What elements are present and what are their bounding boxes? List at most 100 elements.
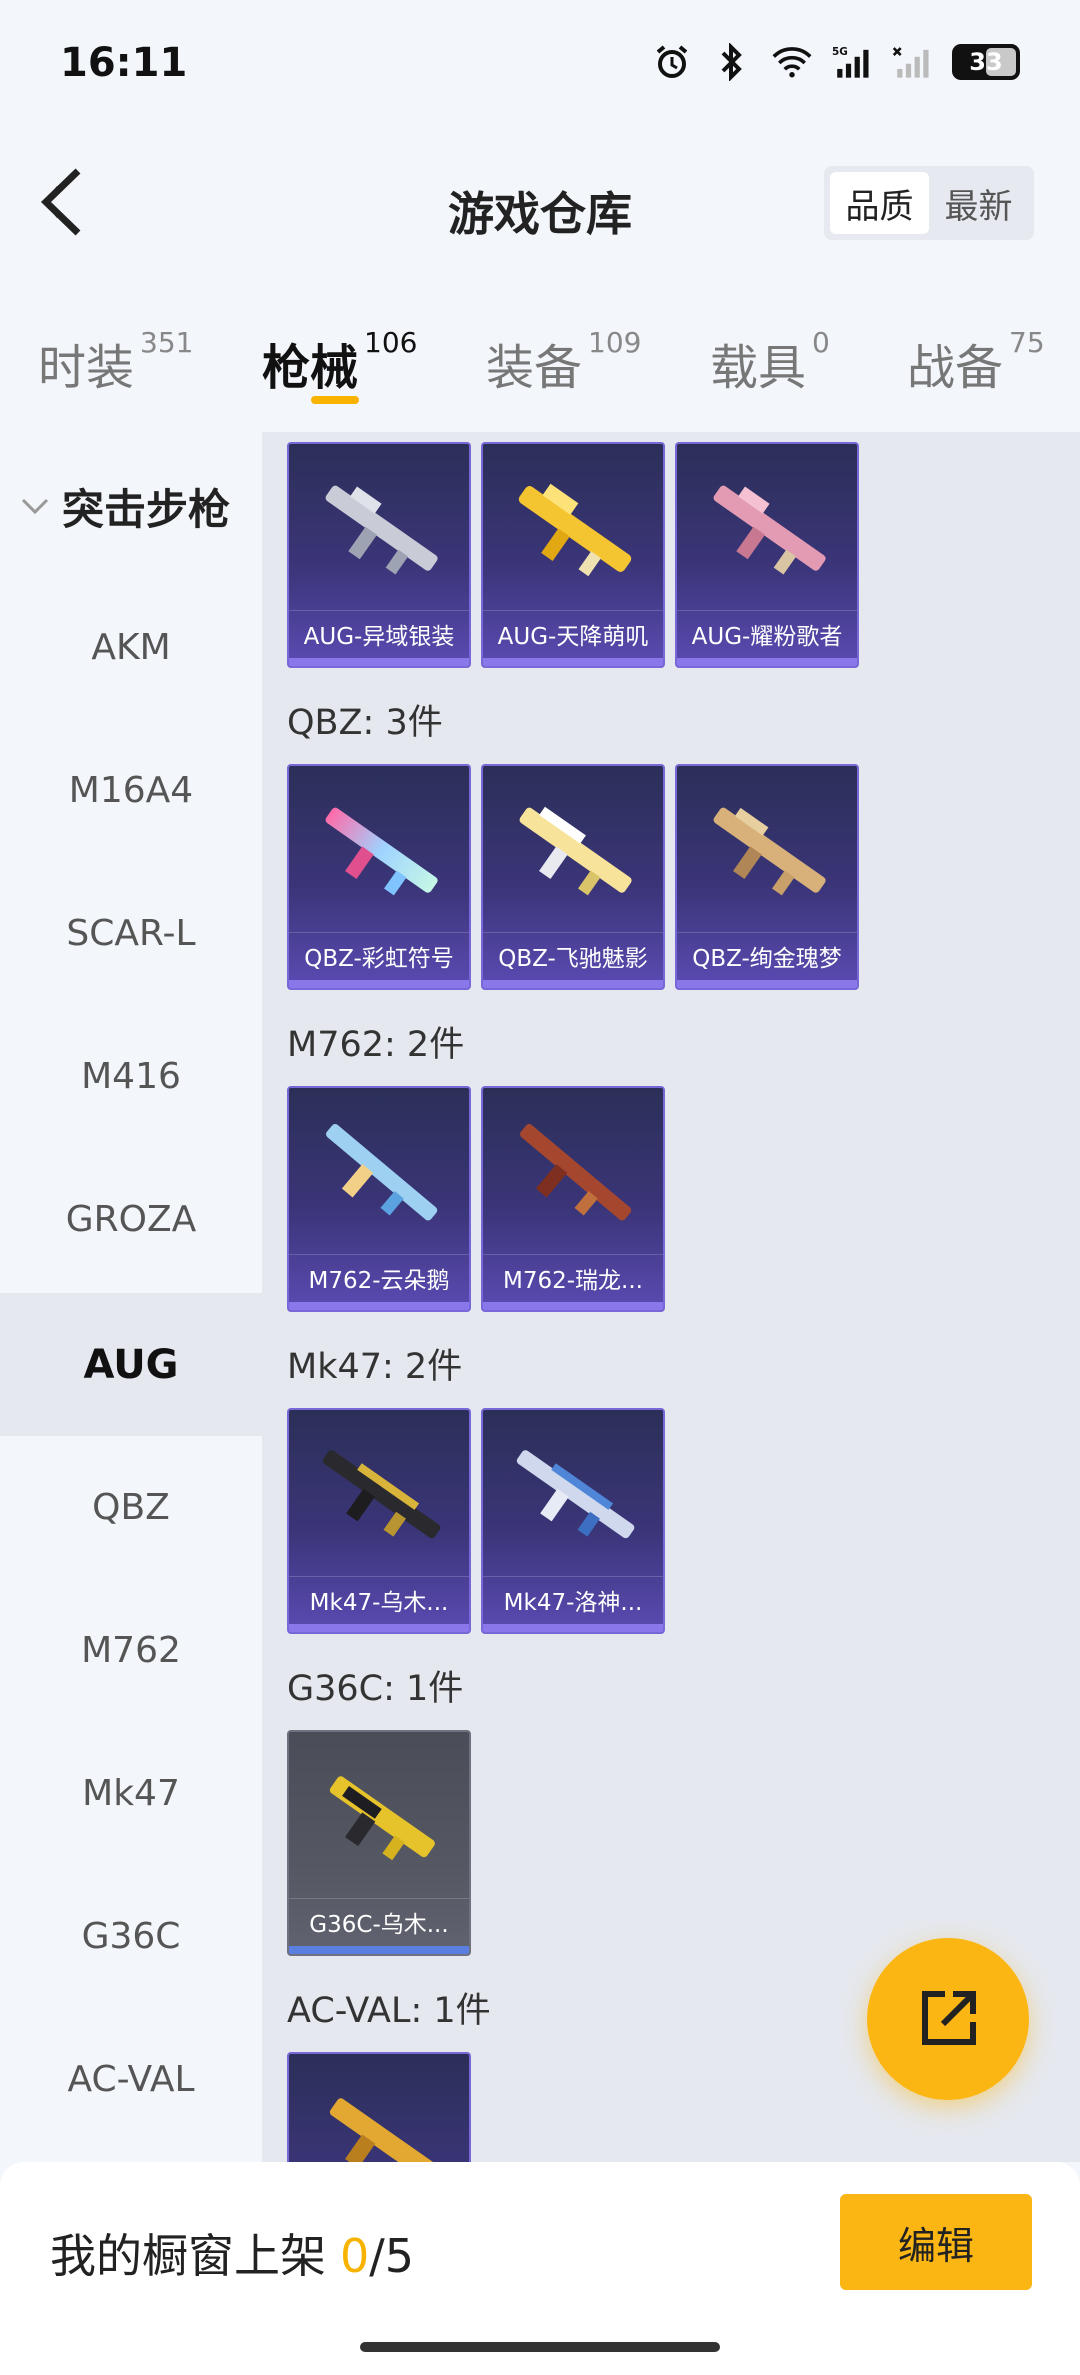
- rifle-skin-image: [325, 807, 438, 896]
- sort-quality[interactable]: 品质: [830, 172, 929, 234]
- sidebar-group-assault-rifle[interactable]: 突击步枪: [0, 452, 262, 560]
- rarity-bar: [483, 658, 663, 666]
- rifle-skin-image: [325, 485, 438, 575]
- rarity-bar: [289, 980, 469, 988]
- sidebar: 突击步枪 AKM M16A4 SCAR-L M416 GROZA AUG QBZ…: [0, 432, 262, 2162]
- wifi-icon: [772, 42, 812, 82]
- sidebar-item-m416[interactable]: M416: [0, 1005, 262, 1148]
- svg-text:5G: 5G: [832, 46, 848, 58]
- sidebar-item-m762[interactable]: M762: [0, 1579, 262, 1722]
- weapon-card[interactable]: G36C-乌木...: [287, 1730, 471, 1956]
- weapon-card[interactable]: QBZ-绚金瑰梦: [675, 764, 859, 990]
- rarity-bar: [483, 1624, 663, 1632]
- mk47-row: Mk47-乌木... Mk47-洛神...: [287, 1408, 665, 1634]
- weapon-card[interactable]: AUG-耀粉歌者: [675, 442, 859, 668]
- weapon-card[interactable]: M762-云朵鹅: [287, 1086, 471, 1312]
- tab-label: 装备: [486, 340, 583, 396]
- rifle-skin-image: [713, 807, 826, 896]
- showcase-status: 我的橱窗上架 0 /5: [50, 2220, 414, 2286]
- weapon-card-label: AUG-耀粉歌者: [677, 610, 857, 656]
- tab-weapons[interactable]: 枪械 106: [262, 326, 418, 398]
- tab-label: 时装: [38, 340, 135, 396]
- home-indicator[interactable]: [360, 2342, 720, 2352]
- ac-val-row: [287, 2052, 471, 2162]
- sidebar-item-g36c[interactable]: G36C: [0, 1865, 262, 2008]
- sidebar-item-mk47[interactable]: Mk47: [0, 1722, 262, 1865]
- tab-count: 75: [1009, 326, 1045, 359]
- m762-row: M762-云朵鹅 M762-瑞龙...: [287, 1086, 665, 1312]
- edit-button[interactable]: 编辑: [840, 2194, 1032, 2290]
- rifle-skin-image: [713, 485, 826, 575]
- showcase-label: 我的橱窗上架: [50, 2229, 326, 2283]
- weapon-card-label: M762-瑞龙...: [483, 1254, 663, 1300]
- sidebar-item-groza[interactable]: GROZA: [0, 1148, 262, 1291]
- rifle-skin-image: [520, 1124, 632, 1221]
- sidebar-group-label: 突击步枪: [62, 484, 231, 534]
- weapon-card[interactable]: Mk47-洛神...: [481, 1408, 665, 1634]
- weapon-card[interactable]: [287, 2052, 471, 2162]
- section-title-ac-val: AC-VAL: 1件: [287, 1991, 491, 2031]
- sidebar-item-m16a4[interactable]: M16A4: [0, 719, 262, 862]
- tab-fashion[interactable]: 时装 351: [38, 326, 194, 398]
- active-tab-indicator: [311, 396, 359, 404]
- weapon-card[interactable]: AUG-异域银装: [287, 442, 471, 668]
- weapon-card-label: M762-云朵鹅: [289, 1254, 469, 1300]
- weapon-card[interactable]: Mk47-乌木...: [287, 1408, 471, 1634]
- weapon-card-label: QBZ-飞驰魅影: [483, 932, 663, 978]
- share-fab[interactable]: [867, 1938, 1029, 2100]
- chevron-down-icon: [20, 491, 50, 521]
- tab-count: 0: [812, 326, 830, 359]
- rifle-skin-image: [516, 1450, 635, 1539]
- category-tabs: 时装 351 枪械 106 装备 109 载具 0 战备 75: [0, 300, 1080, 430]
- weapon-card-label: QBZ-彩虹符号: [289, 932, 469, 978]
- rifle-skin-image: [326, 1124, 438, 1221]
- weapon-card[interactable]: QBZ-飞驰魅影: [481, 764, 665, 990]
- tab-label: 枪械: [262, 340, 359, 396]
- sidebar-item-ac-val[interactable]: AC-VAL: [0, 2008, 262, 2151]
- battery-icon: 33: [952, 44, 1020, 80]
- sort-toggle: 品质 最新: [824, 166, 1034, 240]
- weapon-card-label: Mk47-乌木...: [289, 1576, 469, 1622]
- rifle-skin-image: [519, 806, 632, 896]
- tab-count: 351: [140, 326, 194, 359]
- section-title-qbz: QBZ: 3件: [287, 703, 443, 743]
- sort-newest[interactable]: 最新: [929, 172, 1028, 234]
- bluetooth-icon: [712, 42, 752, 82]
- status-icons: 5G 33: [652, 42, 1020, 82]
- section-title-mk47: Mk47: 2件: [287, 1347, 463, 1387]
- rarity-bar: [483, 1302, 663, 1310]
- weapon-card[interactable]: QBZ-彩虹符号: [287, 764, 471, 990]
- sidebar-item-aug[interactable]: AUG: [0, 1293, 262, 1436]
- bottom-bar: 我的橱窗上架 0 /5 编辑: [0, 2162, 1080, 2375]
- tab-equipment[interactable]: 装备 109: [486, 326, 641, 398]
- rifle-skin-image: [329, 2098, 435, 2162]
- sidebar-item-qbz[interactable]: QBZ: [0, 1436, 262, 1579]
- section-title-m762: M762: 2件: [287, 1025, 465, 1065]
- tab-label: 载具: [710, 340, 807, 396]
- tab-supplies[interactable]: 战备 75: [907, 326, 1045, 398]
- tab-label: 战备: [907, 340, 1004, 396]
- showcase-current: 0: [340, 2229, 370, 2283]
- weapon-card-label: AUG-异域银装: [289, 610, 469, 656]
- weapon-card-label: Mk47-洛神...: [483, 1576, 663, 1622]
- status-time: 16:11: [60, 40, 188, 86]
- signal-icon: [892, 42, 932, 82]
- weapon-card[interactable]: M762-瑞龙...: [481, 1086, 665, 1312]
- weapon-card[interactable]: AUG-天降萌叽: [481, 442, 665, 668]
- rifle-skin-image: [322, 1450, 441, 1539]
- rarity-bar: [483, 980, 663, 988]
- tab-count: 106: [364, 326, 418, 359]
- rifle-skin-image: [329, 1776, 435, 1861]
- rarity-bar: [289, 658, 469, 666]
- weapon-grid: AUG-异域银装 AUG-天降萌叽 AUG-耀粉歌者 QBZ: 3件 QBZ-彩…: [262, 432, 1080, 2162]
- rarity-bar: [677, 658, 857, 666]
- tab-vehicles[interactable]: 载具 0: [710, 326, 830, 398]
- g36c-row: G36C-乌木...: [287, 1730, 471, 1956]
- qbz-row: QBZ-彩虹符号 QBZ-飞驰魅影 QBZ-绚金瑰梦: [287, 764, 859, 990]
- weapon-card-label: AUG-天降萌叽: [483, 610, 663, 656]
- status-bar: 16:11 5G 33: [0, 0, 1080, 130]
- sidebar-item-akm[interactable]: AKM: [0, 576, 262, 719]
- header: 游戏仓库 品质 最新: [0, 130, 1080, 280]
- sidebar-item-scar-l[interactable]: SCAR-L: [0, 862, 262, 1005]
- signal-5g-icon: 5G: [832, 42, 872, 82]
